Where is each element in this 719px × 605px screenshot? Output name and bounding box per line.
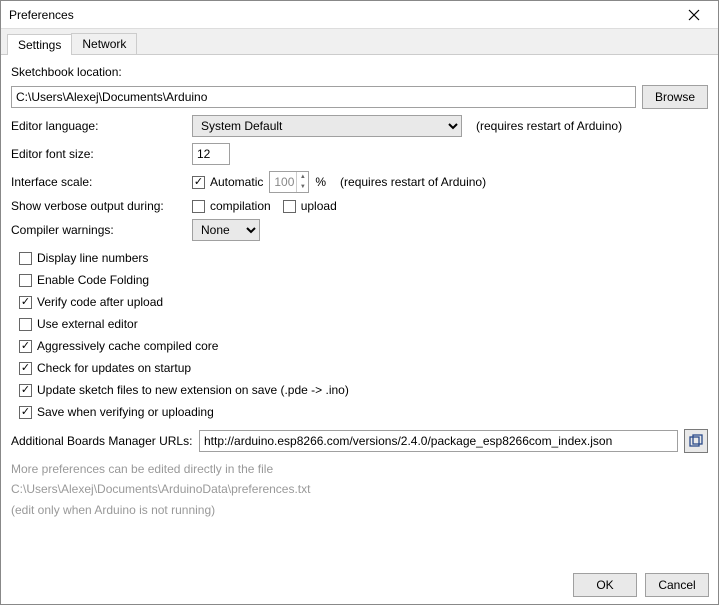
window-icon [689,434,703,448]
checkbox-icon [192,176,205,189]
use-external-editor-checkbox[interactable]: Use external editor [19,317,138,331]
option-label: Enable Code Folding [37,273,149,287]
ok-button[interactable]: OK [573,573,637,597]
compilation-label: compilation [210,199,271,213]
check-updates-checkbox[interactable]: Check for updates on startup [19,361,191,375]
checkbox-icon [19,362,32,375]
checkbox-icon [19,340,32,353]
scale-spinner[interactable]: ▲▼ [269,171,309,193]
percent-label: % [315,175,326,189]
titlebar: Preferences [1,1,718,29]
close-icon [688,9,700,21]
option-label: Save when verifying or uploading [37,405,214,419]
editor-language-select[interactable]: System Default [192,115,462,137]
checkbox-icon [19,274,32,287]
boards-urls-label: Additional Boards Manager URLs: [11,434,193,448]
checkbox-icon [19,384,32,397]
option-label: Check for updates on startup [37,361,191,375]
sketchbook-label: Sketchbook location: [11,65,122,79]
verify-after-upload-checkbox[interactable]: Verify code after upload [19,295,163,309]
interface-scale-label: Interface scale: [11,175,186,189]
upload-checkbox[interactable]: upload [283,199,337,213]
option-label: Display line numbers [37,251,148,265]
browse-button[interactable]: Browse [642,85,708,109]
compiler-warnings-label: Compiler warnings: [11,223,186,237]
close-button[interactable] [676,4,712,26]
upload-label: upload [301,199,337,213]
editor-language-label: Editor language: [11,119,186,133]
settings-panel: Sketchbook location: Browse Editor langu… [1,55,718,520]
checkbox-icon [19,296,32,309]
display-line-numbers-checkbox[interactable]: Display line numbers [19,251,148,265]
chevron-up-icon: ▲ [297,172,308,182]
option-label: Update sketch files to new extension on … [37,383,349,397]
checkbox-icon [283,200,296,213]
window-title: Preferences [9,8,74,22]
option-label: Aggressively cache compiled core [37,339,218,353]
prefs-path-text: C:\Users\Alexej\Documents\ArduinoData\pr… [11,479,708,499]
tab-network[interactable]: Network [71,33,137,54]
option-label: Use external editor [37,317,138,331]
options-list: Display line numbers Enable Code Folding… [19,251,708,419]
compilation-checkbox[interactable]: compilation [192,199,271,213]
tabs: Settings Network [1,29,718,55]
cancel-button[interactable]: Cancel [645,573,709,597]
save-on-verify-checkbox[interactable]: Save when verifying or uploading [19,405,214,419]
expand-urls-button[interactable] [684,429,708,453]
update-extension-checkbox[interactable]: Update sketch files to new extension on … [19,383,349,397]
checkbox-icon [19,252,32,265]
font-size-input[interactable] [192,143,230,165]
automatic-label: Automatic [210,175,263,189]
automatic-checkbox[interactable]: Automatic [192,175,263,189]
checkbox-icon [192,200,205,213]
sketchbook-path-input[interactable] [11,86,636,108]
dialog-buttons: OK Cancel [573,573,709,597]
font-size-label: Editor font size: [11,147,186,161]
more-prefs-text: More preferences can be edited directly … [11,459,708,479]
chevron-down-icon: ▼ [297,182,308,192]
cache-core-checkbox[interactable]: Aggressively cache compiled core [19,339,218,353]
compiler-warnings-select[interactable]: None [192,219,260,241]
tab-settings[interactable]: Settings [7,34,72,55]
boards-urls-input[interactable] [199,430,678,452]
enable-code-folding-checkbox[interactable]: Enable Code Folding [19,273,149,287]
spinner-arrows[interactable]: ▲▼ [296,172,308,192]
edit-only-text: (edit only when Arduino is not running) [11,500,708,520]
verbose-label: Show verbose output during: [11,199,186,213]
footer-note: More preferences can be edited directly … [11,459,708,520]
checkbox-icon [19,318,32,331]
option-label: Verify code after upload [37,295,163,309]
language-hint: (requires restart of Arduino) [476,119,622,133]
scale-hint: (requires restart of Arduino) [340,175,486,189]
checkbox-icon [19,406,32,419]
